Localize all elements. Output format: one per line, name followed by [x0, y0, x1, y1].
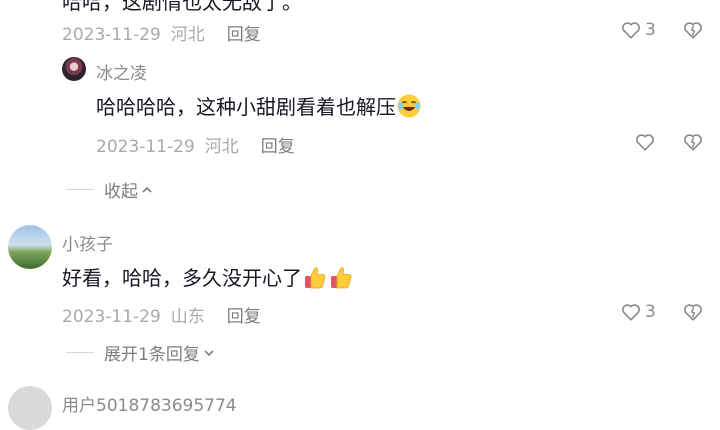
reply-text: 哈哈哈哈，这种小甜剧看着也解压	[96, 91, 422, 120]
reply-username[interactable]: 冰之凌	[96, 59, 147, 84]
comment-location: 河北	[170, 25, 205, 45]
dislike-button[interactable]	[682, 301, 704, 323]
like-button[interactable]: 3	[620, 301, 656, 323]
comment-text-body: 好看，哈哈，多久没开心了	[62, 266, 302, 290]
dislike-heart-icon	[684, 134, 702, 151]
reply-date: 2023-11-29	[96, 137, 195, 157]
comment-meta: 2023-11-29 河北 回复	[62, 20, 261, 45]
comment-date: 2023-11-29	[62, 307, 161, 327]
heart-icon	[636, 134, 654, 151]
dislike-heart-icon	[684, 22, 702, 39]
comment-location: 山东	[170, 307, 205, 327]
comment-date: 2023-11-29	[62, 25, 161, 45]
chevron-up-icon	[142, 186, 152, 193]
heart-icon	[622, 304, 640, 321]
laughing-emoji	[397, 94, 421, 118]
reply-button[interactable]: 回复	[227, 307, 261, 327]
thumbs-up-emoji	[331, 267, 352, 289]
avatar[interactable]	[8, 386, 52, 430]
collapse-replies-button[interactable]: 收起	[66, 177, 154, 202]
dislike-button[interactable]	[682, 19, 704, 41]
divider-line	[66, 189, 94, 190]
dislike-heart-icon	[684, 304, 702, 321]
heart-icon	[622, 22, 640, 39]
like-button[interactable]	[634, 131, 656, 153]
reply-button[interactable]: 回复	[261, 137, 295, 157]
avatar[interactable]	[8, 225, 52, 269]
reply-button[interactable]: 回复	[227, 25, 261, 45]
expand-label: 展开1条回复	[104, 345, 200, 365]
collapse-label: 收起	[104, 182, 138, 202]
expand-replies-button[interactable]: 展开1条回复	[66, 340, 216, 365]
reply-meta: 2023-11-29 河北 回复	[96, 132, 295, 157]
like-count: 3	[645, 20, 656, 40]
chevron-down-icon	[204, 349, 214, 356]
comment-text-partial: 哈哈，这剧情也太无敌了。	[62, 0, 302, 14]
comment-meta: 2023-11-29 山东 回复	[62, 302, 261, 327]
divider-line	[66, 352, 94, 353]
comment-text: 好看，哈哈，多久没开心了	[62, 262, 354, 291]
comment-username[interactable]: 用户5018783695774	[62, 391, 237, 416]
comment-username[interactable]: 小孩子	[62, 230, 113, 255]
reply-location: 河北	[204, 137, 239, 157]
dislike-button[interactable]	[682, 131, 704, 153]
thumbs-up-emoji	[305, 267, 326, 289]
avatar[interactable]	[62, 57, 86, 81]
like-count: 3	[645, 302, 656, 322]
reply-text-body: 哈哈哈哈，这种小甜剧看着也解压	[96, 95, 396, 119]
like-button[interactable]: 3	[620, 19, 656, 41]
